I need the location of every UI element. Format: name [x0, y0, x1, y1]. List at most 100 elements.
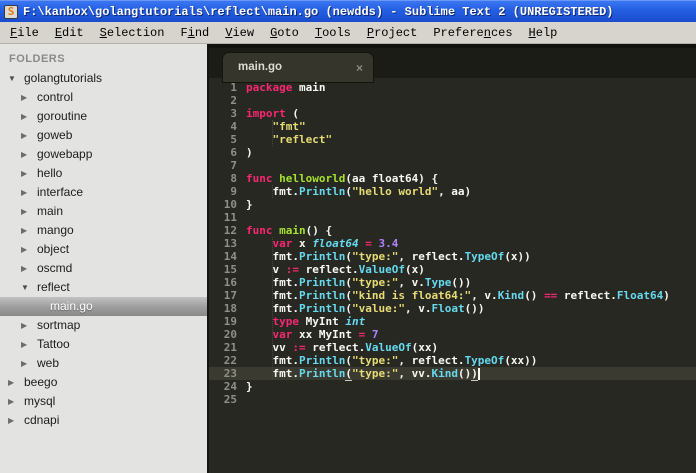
sidebar-item-hello[interactable]: ▶ hello [0, 164, 207, 183]
menu-preferences[interactable]: Preferences [425, 22, 520, 44]
sidebar-item-main[interactable]: ▶ main [0, 202, 207, 221]
code-editor[interactable]: 1 package main 2 3 import (4 "fmt" 5 "reflect… [209, 78, 696, 473]
line-number[interactable]: 11 [209, 211, 237, 224]
sidebar-item-control[interactable]: ▶ control [0, 88, 207, 107]
code-line-22[interactable]: 22 fmt.Println("type:", reflect.TypeOf(x… [209, 354, 696, 367]
chevron-right-icon[interactable]: ▶ [21, 354, 34, 373]
line-number[interactable]: 21 [209, 341, 237, 354]
chevron-down-icon[interactable]: ▼ [8, 69, 21, 88]
code-line-5[interactable]: 5 "reflect" [209, 133, 696, 146]
chevron-right-icon[interactable]: ▶ [21, 335, 34, 354]
sidebar-item-object[interactable]: ▶ object [0, 240, 207, 259]
line-number[interactable]: 14 [209, 250, 237, 263]
line-number[interactable]: 15 [209, 263, 237, 276]
titlebar[interactable]: S F:\kanbox\golangtutorials\reflect\main… [0, 0, 696, 22]
code-line-18[interactable]: 18 fmt.Println("value:", v.Float()) [209, 302, 696, 315]
code-line-12[interactable]: 12 func main() { [209, 224, 696, 237]
menu-goto[interactable]: Goto [262, 22, 307, 44]
chevron-right-icon[interactable]: ▶ [8, 373, 21, 392]
line-number[interactable]: 6 [209, 146, 237, 159]
line-number[interactable]: 5 [209, 133, 237, 146]
code-line-24[interactable]: 24} [209, 380, 696, 393]
line-number[interactable]: 3 [209, 107, 237, 120]
code-line-1[interactable]: 1 package main [209, 81, 696, 94]
chevron-right-icon[interactable]: ▶ [21, 164, 34, 183]
sidebar-item-interface[interactable]: ▶ interface [0, 183, 207, 202]
sidebar-item-golangtutorials[interactable]: ▼ golangtutorials [0, 69, 207, 88]
code-line-19[interactable]: 19 type MyInt int [209, 315, 696, 328]
sidebar-item-reflect[interactable]: ▼ reflect [0, 278, 207, 297]
sidebar-item-goroutine[interactable]: ▶ goroutine [0, 107, 207, 126]
code-line-8[interactable]: 8 func helloworld(aa float64) { [209, 172, 696, 185]
menu-selection[interactable]: Selection [92, 22, 173, 44]
sidebar-item-mango[interactable]: ▶ mango [0, 221, 207, 240]
chevron-right-icon[interactable]: ▶ [8, 411, 21, 430]
code-line-20[interactable]: 20 var xx MyInt = 7 [209, 328, 696, 341]
menu-help[interactable]: Help [521, 22, 566, 44]
sidebar-item-gowebapp[interactable]: ▶ gowebapp [0, 145, 207, 164]
code-line-16[interactable]: 16 fmt.Println("type:", v.Type()) [209, 276, 696, 289]
sidebar-item-oscmd[interactable]: ▶ oscmd [0, 259, 207, 278]
sidebar-item-sortmap[interactable]: ▶ sortmap [0, 316, 207, 335]
sidebar-item-tattoo[interactable]: ▶ Tattoo [0, 335, 207, 354]
line-number[interactable]: 13 [209, 237, 237, 250]
chevron-right-icon[interactable]: ▶ [21, 107, 34, 126]
line-number[interactable]: 20 [209, 328, 237, 341]
line-number[interactable]: 25 [209, 393, 237, 406]
menu-find[interactable]: Find [172, 22, 217, 44]
line-number[interactable]: 17 [209, 289, 237, 302]
code-line-11[interactable]: 11 [209, 211, 696, 224]
line-number[interactable]: 1 [209, 81, 237, 94]
line-number[interactable]: 16 [209, 276, 237, 289]
code-line-15[interactable]: 15 v := reflect.ValueOf(x) [209, 263, 696, 276]
line-number[interactable]: 18 [209, 302, 237, 315]
chevron-right-icon[interactable]: ▶ [21, 240, 34, 259]
code-line-21[interactable]: 21 vv := reflect.ValueOf(xx) [209, 341, 696, 354]
line-number[interactable]: 23 [209, 367, 237, 380]
code-line-2[interactable]: 2 [209, 94, 696, 107]
line-number[interactable]: 9 [209, 185, 237, 198]
sidebar-item-main-go[interactable]: main.go [0, 297, 207, 316]
code-line-25[interactable]: 25 [209, 393, 696, 406]
chevron-right-icon[interactable]: ▶ [21, 145, 34, 164]
menu-view[interactable]: View [217, 22, 262, 44]
chevron-right-icon[interactable]: ▶ [21, 259, 34, 278]
sublime-logo-icon[interactable]: S [4, 4, 18, 19]
line-number[interactable]: 10 [209, 198, 237, 211]
sidebar-item-beego[interactable]: ▶ beego [0, 373, 207, 392]
sidebar-item-web[interactable]: ▶ web [0, 354, 207, 373]
menu-tools[interactable]: Tools [307, 22, 359, 44]
code-line-7[interactable]: 7 [209, 159, 696, 172]
tab-close-icon[interactable]: × [356, 62, 363, 74]
menu-project[interactable]: Project [359, 22, 425, 44]
chevron-right-icon[interactable]: ▶ [21, 183, 34, 202]
line-number[interactable]: 19 [209, 315, 237, 328]
code-line-14[interactable]: 14 fmt.Println("type:", reflect.TypeOf(x… [209, 250, 696, 263]
line-number[interactable]: 4 [209, 120, 237, 133]
code-line-4[interactable]: 4 "fmt" [209, 120, 696, 133]
sidebar-item-cdnapi[interactable]: ▶ cdnapi [0, 411, 207, 430]
code-line-13[interactable]: 13 var x float64 = 3.4 [209, 237, 696, 250]
sidebar-item-goweb[interactable]: ▶ goweb [0, 126, 207, 145]
sidebar-item-mysql[interactable]: ▶ mysql [0, 392, 207, 411]
chevron-right-icon[interactable]: ▶ [21, 202, 34, 221]
line-number[interactable]: 22 [209, 354, 237, 367]
menu-file[interactable]: File [2, 22, 47, 44]
code-line-3[interactable]: 3 import ( [209, 107, 696, 120]
menu-edit[interactable]: Edit [47, 22, 92, 44]
code-line-9[interactable]: 9 fmt.Println("hello world", aa) [209, 185, 696, 198]
line-number[interactable]: 24 [209, 380, 237, 393]
chevron-right-icon[interactable]: ▶ [21, 221, 34, 240]
chevron-down-icon[interactable]: ▼ [21, 278, 34, 297]
line-number[interactable]: 8 [209, 172, 237, 185]
code-line-6[interactable]: 6) [209, 146, 696, 159]
chevron-right-icon[interactable]: ▶ [8, 392, 21, 411]
line-number[interactable]: 7 [209, 159, 237, 172]
code-line-17[interactable]: 17 fmt.Println("kind is float64:", v.Kin… [209, 289, 696, 302]
chevron-right-icon[interactable]: ▶ [21, 126, 34, 145]
code-line-23[interactable]: 23 fmt.Println("type:", vv.Kind()) [209, 367, 696, 381]
chevron-right-icon[interactable]: ▶ [21, 316, 34, 335]
chevron-right-icon[interactable]: ▶ [21, 88, 34, 107]
code-line-10[interactable]: 10} [209, 198, 696, 211]
line-number[interactable]: 12 [209, 224, 237, 237]
